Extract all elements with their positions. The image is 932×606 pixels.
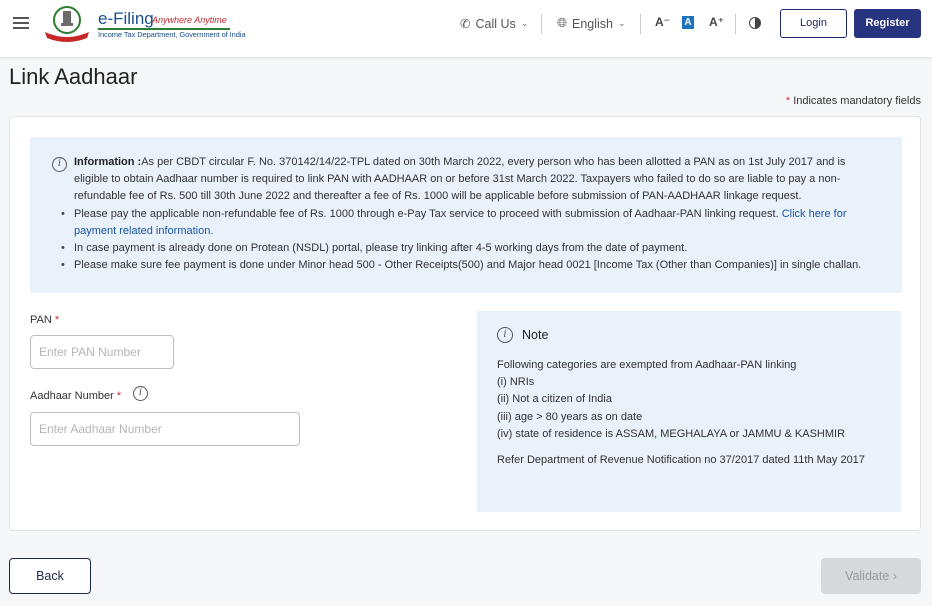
aadhaar-label: Aadhaar Number * — [30, 390, 121, 402]
logo-tagline: Anywhere Anytime — [152, 15, 227, 25]
aadhaar-info-icon[interactable]: i — [133, 386, 148, 401]
divider — [541, 14, 542, 34]
info-icon: i — [497, 327, 513, 343]
info-bullets: Please pay the applicable non-refundable… — [61, 206, 882, 275]
note-reference: Refer Department of Revenue Notification… — [497, 454, 865, 467]
pan-input[interactable] — [30, 335, 174, 369]
font-decrease-button[interactable]: A⁻ — [655, 15, 670, 29]
hamburger-menu-icon[interactable] — [13, 17, 29, 30]
divider — [735, 14, 736, 34]
mandatory-fields-note: * Indicates mandatory fields — [786, 95, 921, 107]
info-icon: i — [52, 157, 67, 172]
chevron-down-icon: ⌄ — [520, 18, 529, 28]
required-star: * — [54, 314, 60, 326]
info-bullet-text: Please pay the applicable non-refundable… — [74, 207, 782, 220]
top-header: e-Filing Anywhere Anytime Income Tax Dep… — [0, 0, 932, 58]
globe-icon: 🌐︎ — [557, 16, 568, 30]
info-intro: Information :As per CBDT circular F. No.… — [74, 154, 882, 206]
call-us-label: Call Us — [475, 16, 516, 31]
logo-title[interactable]: e-Filing — [98, 9, 154, 29]
divider — [640, 14, 641, 34]
aadhaar-input[interactable] — [30, 412, 300, 446]
note-item: (i) NRIs — [497, 376, 535, 389]
font-increase-button[interactable]: A⁺ — [709, 15, 724, 29]
phone-icon: ✆ — [460, 17, 471, 31]
note-heading: Following categories are exempted from A… — [497, 359, 797, 371]
info-bullet: In case payment is already done on Prote… — [61, 240, 882, 257]
info-label: Information : — [74, 156, 142, 168]
login-button[interactable]: Login — [780, 9, 847, 38]
pan-label: PAN * — [30, 314, 59, 326]
note-box: i Note Following categories are exempted… — [477, 311, 901, 512]
aadhaar-label-text: Aadhaar Number — [30, 390, 114, 402]
register-button[interactable]: Register — [854, 9, 921, 38]
logo-subtitle: Income Tax Department, Government of Ind… — [98, 30, 246, 39]
note-header: i Note — [497, 327, 881, 343]
language-label: English — [572, 16, 614, 31]
required-star: * — [116, 390, 122, 402]
note-item: (ii) Not a citizen of India — [497, 393, 612, 406]
note-title: Note — [522, 328, 549, 342]
information-box: i Information :As per CBDT circular F. N… — [30, 137, 902, 293]
call-us-dropdown[interactable]: ✆ Call Us ⌄ — [460, 16, 529, 32]
info-bullet: Please make sure fee payment is done und… — [61, 257, 882, 274]
pan-label-text: PAN — [30, 314, 52, 326]
note-item: (iii) age > 80 years as on date — [497, 410, 643, 423]
font-default-button[interactable]: A — [682, 16, 694, 29]
link-aadhaar-card: i Information :As per CBDT circular F. N… — [9, 116, 921, 531]
info-bullet: Please pay the applicable non-refundable… — [61, 206, 882, 240]
validate-button[interactable]: Validate › — [821, 558, 921, 594]
chevron-down-icon: ⌄ — [618, 18, 626, 28]
mandatory-text: Indicates mandatory fields — [790, 95, 921, 107]
back-button[interactable]: Back — [9, 558, 91, 594]
page-title: Link Aadhaar — [9, 64, 138, 89]
language-dropdown[interactable]: 🌐︎ English ⌄ — [557, 16, 626, 31]
info-intro-text: As per CBDT circular F. No. 370142/14/22… — [74, 156, 846, 203]
emblem-logo-icon[interactable] — [42, 4, 92, 42]
note-item: (iv) state of residence is ASSAM, MEGHAL… — [497, 427, 846, 440]
contrast-toggle-icon[interactable] — [749, 17, 761, 29]
